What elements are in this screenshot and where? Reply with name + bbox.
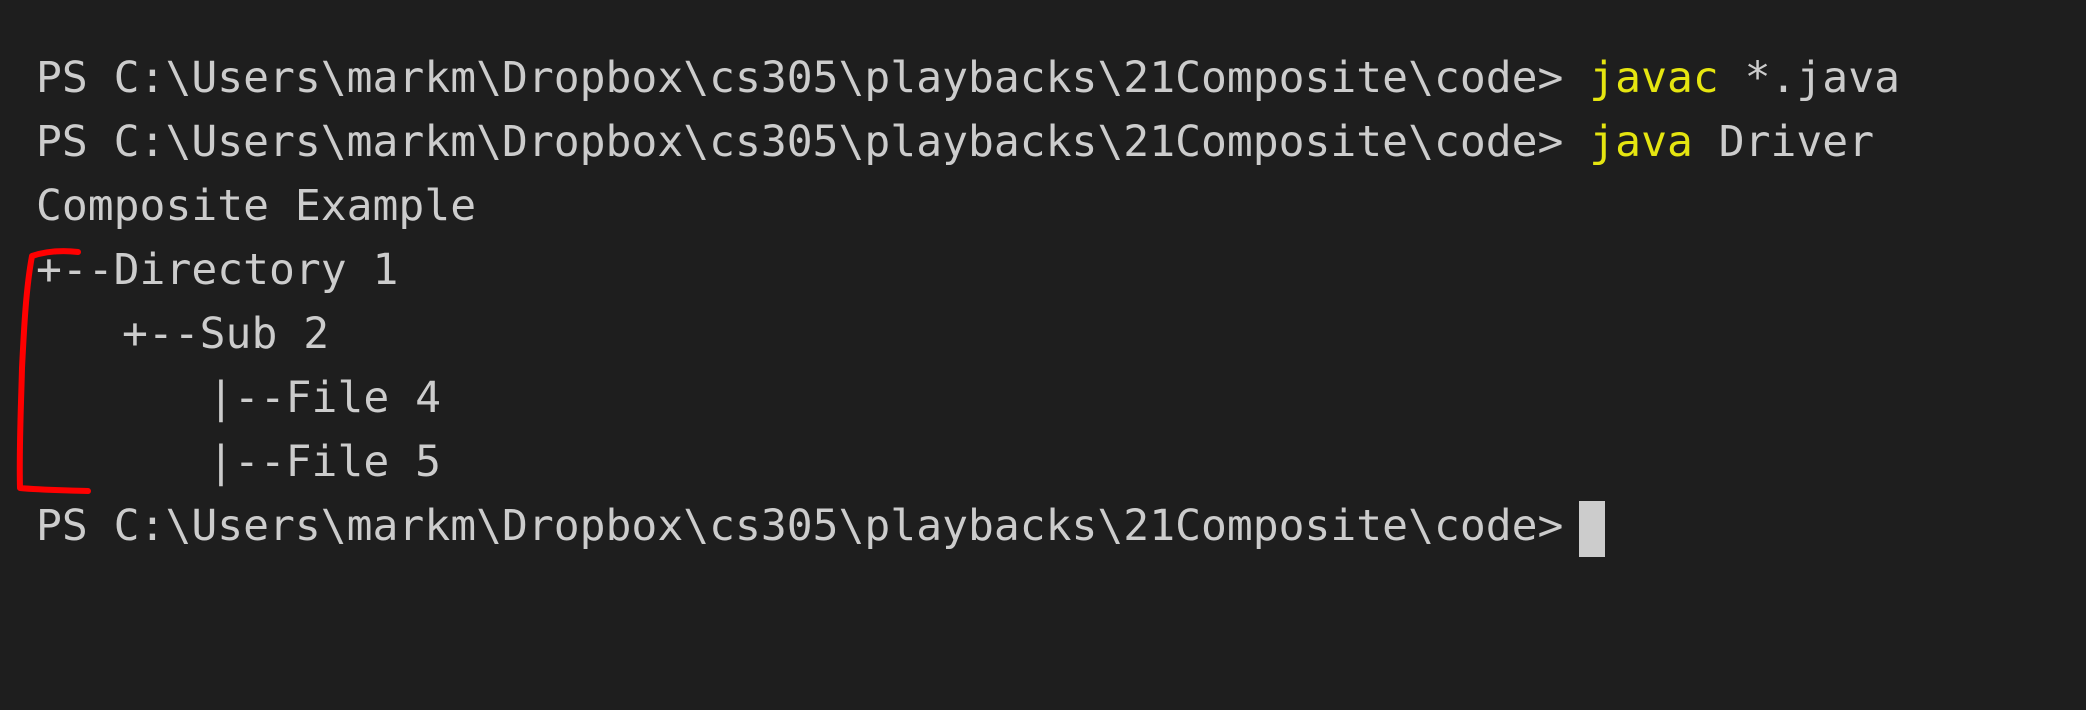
tree-file: |--File 5 — [208, 437, 441, 487]
terminal-window[interactable]: PS C:\Users\markm\Dropbox\cs305\playback… — [0, 0, 2086, 710]
current-prompt-line[interactable]: PS C:\Users\markm\Dropbox\cs305\playback… — [36, 494, 1900, 558]
command-keyword: java — [1589, 117, 1693, 167]
red-bracket-annotation — [16, 248, 91, 494]
prompt: PS C:\Users\markm\Dropbox\cs305\playback… — [36, 53, 1564, 103]
tree-sub: +--Sub 2 — [122, 309, 330, 359]
command-line-1: PS C:\Users\markm\Dropbox\cs305\playback… — [36, 46, 1900, 110]
command-keyword: javac — [1589, 53, 1719, 103]
tree-root: +--Directory 1 — [36, 245, 399, 295]
text-cursor[interactable] — [1579, 500, 1606, 557]
command-args: Driver — [1692, 117, 1875, 167]
prompt: PS C:\Users\markm\Dropbox\cs305\playback… — [36, 117, 1564, 167]
command-args: *.java — [1718, 53, 1900, 103]
terminal-output: PS C:\Users\markm\Dropbox\cs305\playback… — [36, 46, 1900, 558]
command-line-2: PS C:\Users\markm\Dropbox\cs305\playback… — [36, 110, 1900, 174]
prompt: PS C:\Users\markm\Dropbox\cs305\playback… — [36, 501, 1564, 551]
tree-file: |--File 4 — [208, 373, 441, 423]
output-title: Composite Example — [36, 181, 477, 231]
